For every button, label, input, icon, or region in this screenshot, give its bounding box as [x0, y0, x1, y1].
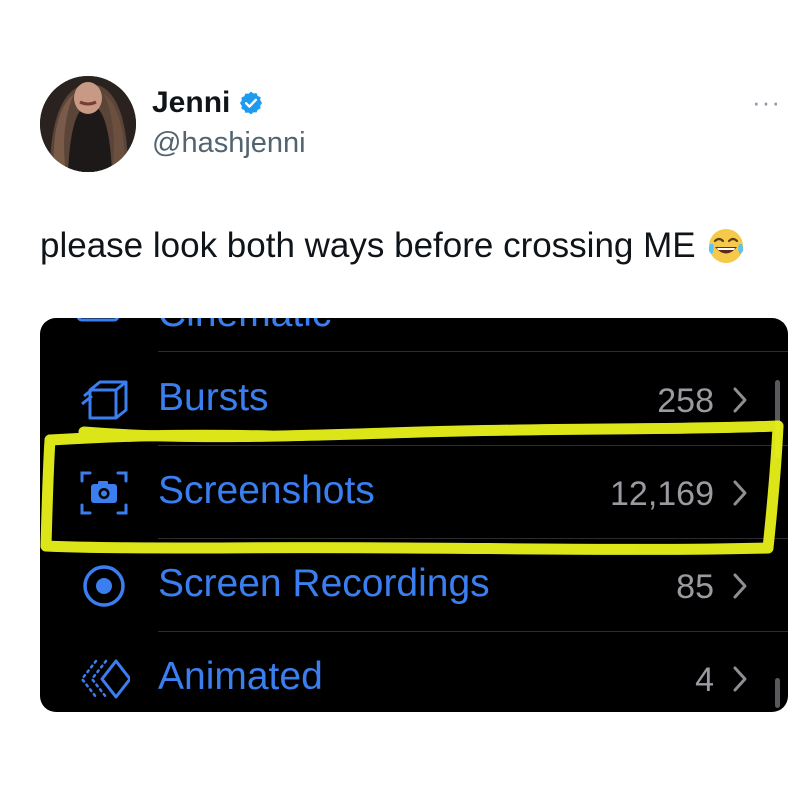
chevron-right-icon — [733, 480, 747, 506]
laughing-emoji-icon — [706, 226, 746, 266]
chevron-right-icon — [733, 666, 747, 692]
cinematic-icon — [76, 318, 120, 322]
album-count: 12,169 — [610, 475, 714, 513]
album-count: 85 — [676, 568, 714, 606]
album-label: Animated — [158, 655, 323, 698]
album-row-screenshots[interactable]: Screenshots 12,169 — [40, 447, 788, 539]
album-label: Screen Recordings — [158, 562, 490, 605]
more-options-icon[interactable]: ··· — [752, 89, 781, 115]
bursts-icon — [81, 380, 128, 420]
album-count: 4 — [695, 661, 714, 699]
verified-badge-icon — [238, 90, 264, 116]
screen-recording-icon — [83, 565, 125, 607]
tweet-text-row: please look both ways before crossing ME — [40, 226, 746, 266]
author-handle[interactable]: @hashjenni — [152, 127, 306, 160]
cut-off-album-label: Cinematic — [158, 318, 331, 336]
scrollbar-thumb[interactable] — [775, 380, 780, 458]
avatar[interactable] — [40, 76, 136, 172]
embedded-screenshot: Cinematic Bursts 258 — [40, 318, 788, 712]
album-row-bursts[interactable]: Bursts 258 — [40, 354, 788, 446]
row-divider — [158, 631, 788, 632]
album-count: 258 — [657, 382, 714, 420]
chevron-right-icon — [733, 573, 747, 599]
album-label: Bursts — [158, 376, 269, 419]
author-name[interactable]: Jenni — [152, 86, 230, 120]
author-name-row[interactable]: Jenni — [152, 86, 264, 120]
avatar-photo — [40, 76, 136, 172]
album-row-animated[interactable]: Animated 4 — [40, 633, 788, 712]
row-divider — [158, 538, 788, 539]
row-divider — [158, 445, 788, 446]
screenshot-icon — [80, 471, 128, 515]
scrollbar-thumb-lower — [775, 678, 780, 708]
tweet-text: please look both ways before crossing ME — [40, 226, 696, 265]
album-label: Screenshots — [158, 469, 375, 512]
chevron-right-icon — [733, 387, 747, 413]
animated-icon — [80, 659, 130, 699]
album-row-screen-recordings[interactable]: Screen Recordings 85 — [40, 540, 788, 632]
row-divider — [158, 351, 788, 352]
